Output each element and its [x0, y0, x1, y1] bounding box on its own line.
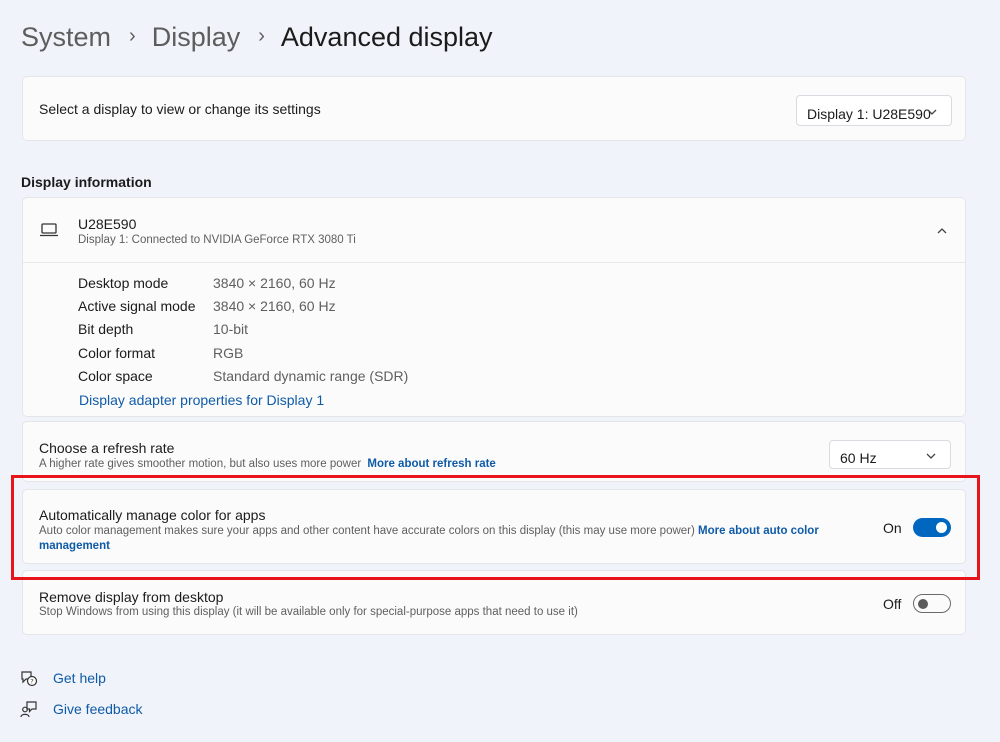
remove-display-card: Remove display from desktop Stop Windows… — [22, 570, 966, 635]
get-help-row[interactable]: ? Get help — [20, 669, 106, 687]
info-label-color-format: Color format — [78, 345, 156, 361]
info-label-desktop-mode: Desktop mode — [78, 275, 169, 291]
help-icon: ? — [21, 671, 38, 687]
breadcrumb-chevron-icon: › — [258, 25, 265, 47]
info-value-bit-depth: 10-bit — [213, 321, 249, 337]
auto-color-description: Auto color management makes sure your ap… — [39, 525, 695, 537]
remove-display-description: Stop Windows from using this display (it… — [39, 606, 578, 618]
info-value-active-signal-mode: 3840 × 2160, 60 Hz — [213, 298, 336, 314]
info-value-color-format: RGB — [213, 345, 244, 361]
breadcrumb-chevron-icon: › — [129, 25, 136, 47]
info-label-active-signal-mode: Active signal mode — [78, 298, 196, 314]
info-value-desktop-mode: 3840 × 2160, 60 Hz — [213, 275, 336, 291]
refresh-rate-title: Choose a refresh rate — [39, 440, 175, 456]
give-feedback-link[interactable]: Give feedback — [53, 701, 143, 717]
svg-text:?: ? — [30, 678, 33, 686]
refresh-rate-more-link[interactable]: More about refresh rate — [367, 458, 495, 470]
display-information-card: U28E590 Display 1: Connected to NVIDIA G… — [22, 197, 966, 417]
refresh-rate-dropdown[interactable]: 60 Hz — [829, 440, 951, 469]
page-title: Advanced display — [280, 22, 493, 52]
section-title-display-information: Display information — [21, 174, 152, 190]
monitor-name: U28E590 — [78, 216, 137, 232]
display-adapter-properties-link[interactable]: Display adapter properties for Display 1 — [79, 392, 324, 408]
chevron-down-icon — [926, 453, 936, 459]
auto-color-card: Automatically manage color for apps Auto… — [22, 489, 966, 564]
refresh-rate-description: A higher rate gives smoother motion, but… — [39, 458, 362, 470]
feedback-icon — [20, 701, 37, 718]
display-information-header[interactable]: U28E590 Display 1: Connected to NVIDIA G… — [23, 198, 965, 263]
monitor-connection: Display 1: Connected to NVIDIA GeForce R… — [78, 234, 356, 246]
breadcrumb-display[interactable]: Display — [152, 22, 241, 53]
select-display-card: Select a display to view or change its s… — [22, 76, 966, 141]
chevron-down-icon — [927, 109, 937, 115]
remove-display-title: Remove display from desktop — [39, 589, 224, 605]
auto-color-state-label: On — [883, 520, 902, 536]
breadcrumb-system[interactable]: System — [21, 22, 111, 53]
get-help-link[interactable]: Get help — [53, 670, 106, 686]
toggle-knob — [918, 599, 928, 609]
laptop-icon — [40, 223, 58, 237]
refresh-rate-description-line: A higher rate gives smoother motion, but… — [39, 458, 496, 470]
refresh-rate-value: 60 Hz — [840, 450, 877, 466]
info-value-color-space: Standard dynamic range (SDR) — [213, 368, 409, 384]
auto-color-title: Automatically manage color for apps — [39, 507, 266, 523]
info-label-bit-depth: Bit depth — [78, 321, 134, 337]
breadcrumb: System › Display › Advanced display — [21, 22, 493, 53]
display-select-dropdown[interactable]: Display 1: U28E590 — [796, 95, 952, 126]
give-feedback-row[interactable]: Give feedback — [20, 700, 143, 718]
refresh-rate-card: Choose a refresh rate A higher rate give… — [22, 421, 966, 482]
remove-display-state-label: Off — [883, 596, 902, 612]
auto-color-toggle[interactable] — [913, 518, 951, 537]
display-select-value: Display 1: U28E590 — [807, 106, 931, 122]
remove-display-toggle[interactable] — [913, 594, 951, 613]
toggle-knob — [936, 522, 947, 533]
info-label-color-space: Color space — [78, 368, 153, 384]
auto-color-description-block: Auto color management makes sure your ap… — [39, 524, 839, 554]
chevron-up-icon[interactable] — [935, 224, 949, 238]
select-display-label: Select a display to view or change its s… — [39, 101, 321, 117]
